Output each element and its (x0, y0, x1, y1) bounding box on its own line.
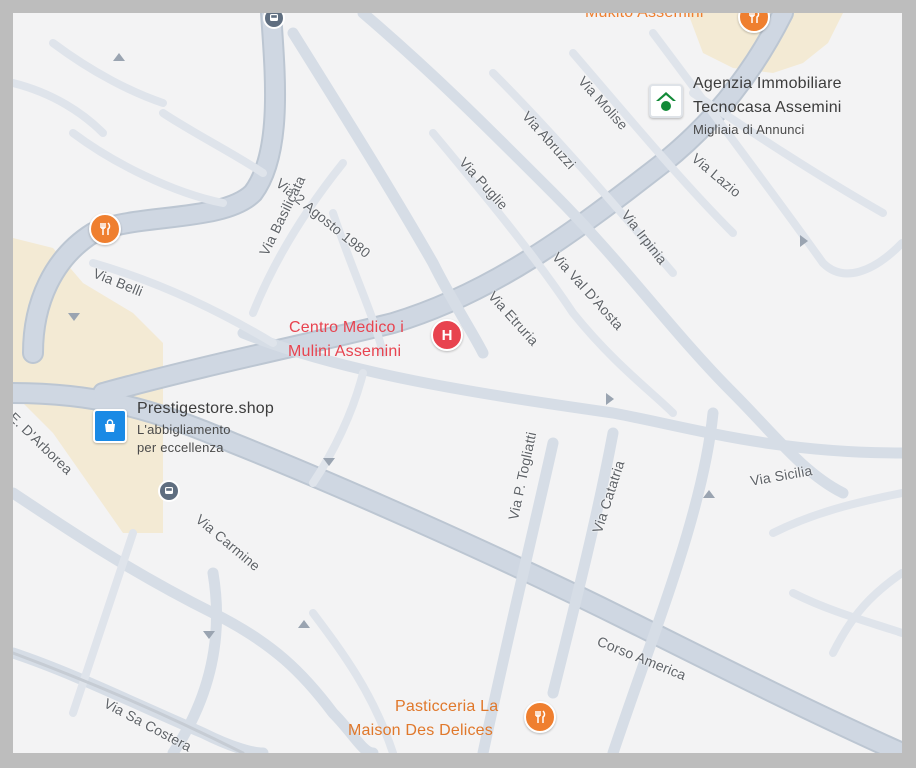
poi-pasticceria-title-2[interactable]: Maison Des Delices (348, 720, 493, 742)
hospital-icon[interactable]: H (431, 319, 463, 351)
poi-tecnocasa-sub: Migliaia di Annunci (693, 122, 805, 137)
poi-mukito-title[interactable]: Mukito Assemini (585, 13, 704, 24)
map-frame: Via 2 Agosto 1980 Via Basilicata Via Bel… (0, 0, 916, 768)
restaurant-icon[interactable] (524, 701, 556, 733)
poi-tecnocasa-title-1[interactable]: Agenzia Immobiliare (693, 73, 842, 95)
real-estate-icon[interactable] (649, 84, 683, 118)
poi-prestigestore-sub-2: per eccellenza (137, 440, 224, 455)
poi-pasticceria-title-1[interactable]: Pasticceria La (395, 696, 498, 718)
poi-prestigestore-title[interactable]: Prestigestore.shop (137, 398, 274, 420)
poi-tecnocasa-title-2[interactable]: Tecnocasa Assemini (693, 97, 842, 119)
poi-centro-medico-title-2[interactable]: Mulini Assemini (288, 341, 401, 363)
shopping-bag-icon[interactable] (93, 409, 127, 443)
poi-prestigestore-sub-1: L'abbigliamento (137, 422, 231, 437)
poi-centro-medico-title-1[interactable]: Centro Medico i (289, 317, 404, 339)
bus-stop-icon[interactable] (158, 480, 180, 502)
restaurant-icon[interactable] (89, 213, 121, 245)
map-canvas[interactable]: Via 2 Agosto 1980 Via Basilicata Via Bel… (13, 13, 902, 753)
